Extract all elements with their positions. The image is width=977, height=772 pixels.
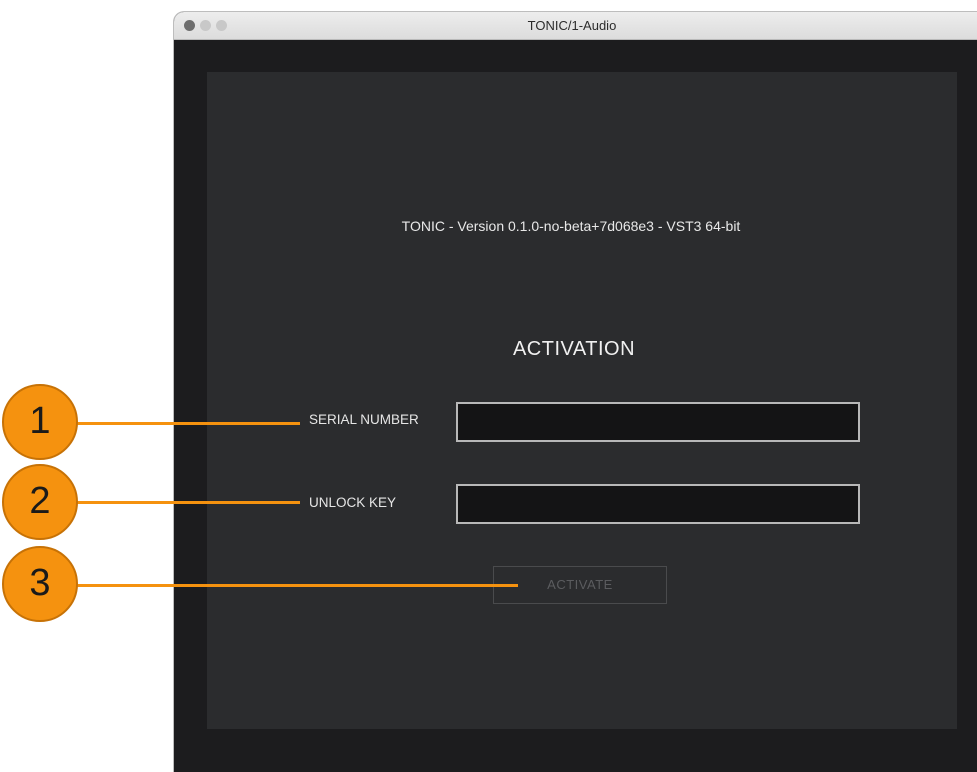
callout-3-badge: 3	[2, 546, 78, 622]
unlock-key-label: UNLOCK KEY	[309, 495, 397, 510]
version-text: TONIC - Version 0.1.0-no-beta+7d068e3 - …	[401, 218, 741, 234]
plugin-window: TONIC/1-Audio TONIC - Version 0.1.0-no-b…	[174, 12, 977, 772]
callout-1-leader-line	[74, 422, 300, 425]
callout-2-badge: 2	[2, 464, 78, 540]
serial-number-input[interactable]	[456, 402, 860, 442]
unlock-key-input[interactable]	[456, 484, 860, 524]
callout-3-leader-line	[74, 584, 518, 587]
callout-1-badge: 1	[2, 384, 78, 460]
activation-heading: ACTIVATION	[512, 338, 636, 360]
activate-button[interactable]: ACTIVATE	[493, 566, 667, 604]
window-title: TONIC/1-Audio	[527, 18, 617, 33]
title-bar[interactable]: TONIC/1-Audio	[174, 12, 977, 40]
activation-panel: TONIC - Version 0.1.0-no-beta+7d068e3 - …	[207, 72, 957, 729]
serial-number-label: SERIAL NUMBER	[309, 412, 419, 427]
callout-2-leader-line	[74, 501, 300, 504]
